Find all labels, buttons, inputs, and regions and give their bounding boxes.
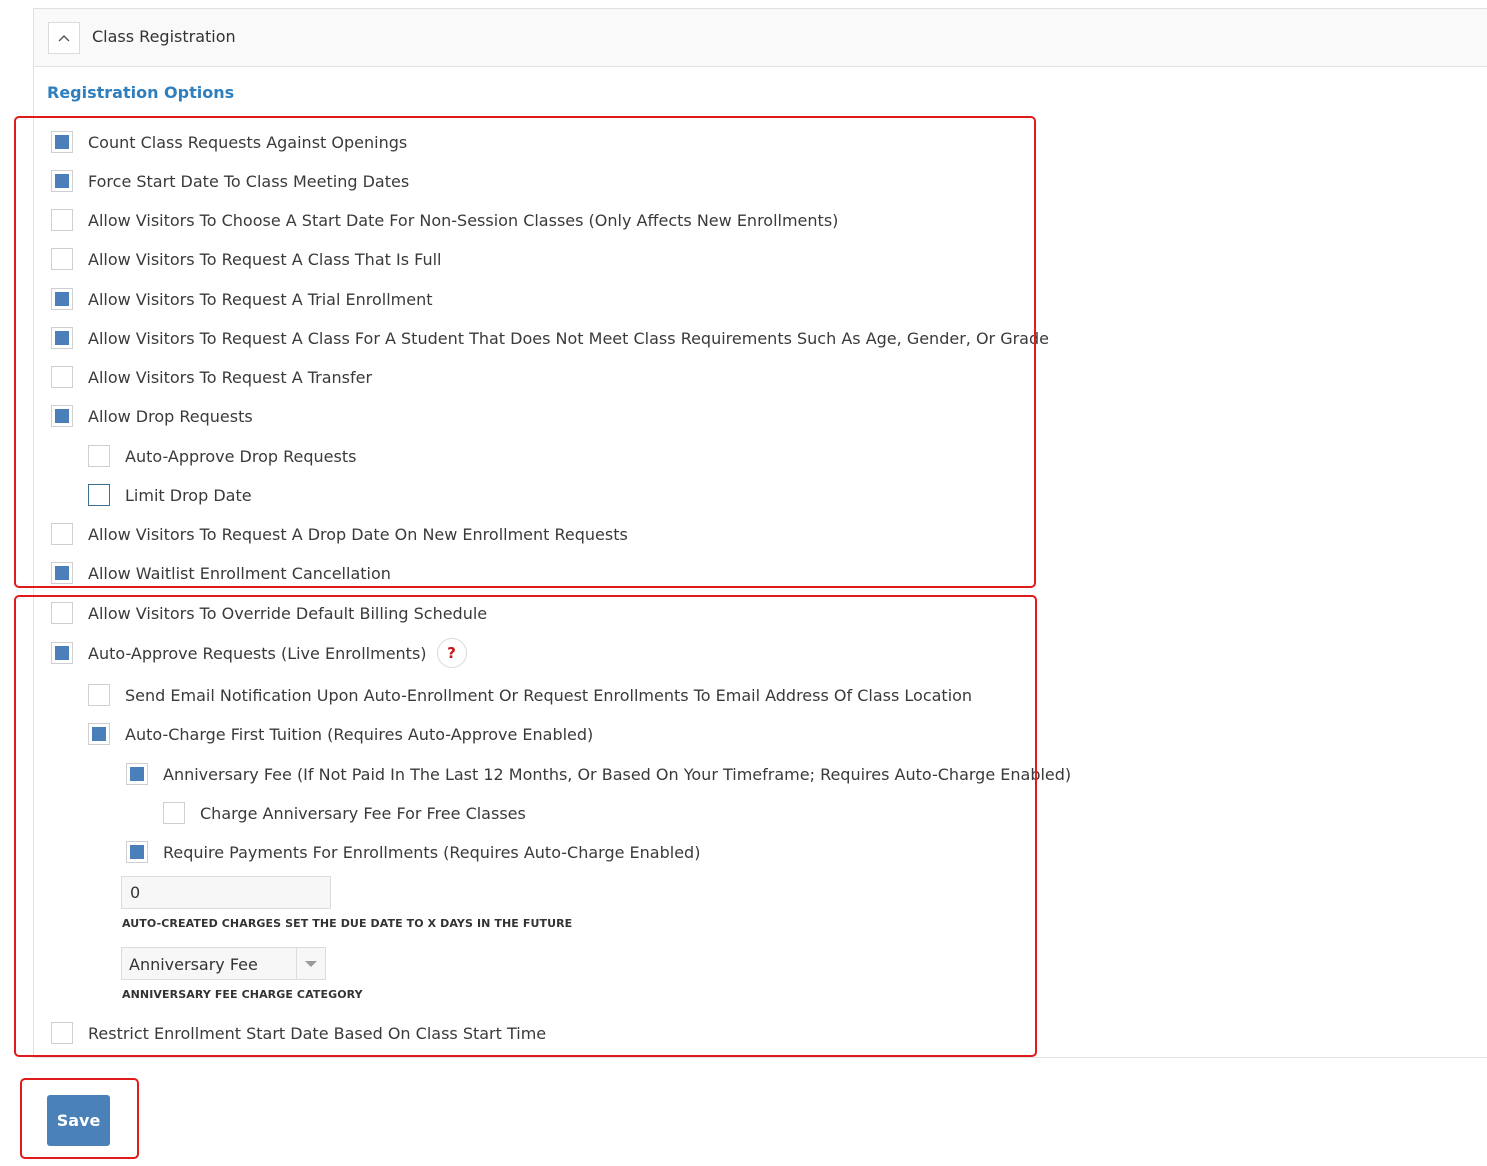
collapse-button[interactable]: [48, 22, 80, 54]
highlight-box-registration-options: [14, 116, 1036, 588]
panel-header: Class Registration: [34, 9, 1487, 67]
section-title: Registration Options: [47, 83, 235, 102]
chevron-up-icon: [58, 35, 70, 42]
panel-title: Class Registration: [92, 27, 236, 46]
save-button[interactable]: Save: [47, 1095, 110, 1146]
highlight-box-auto-approve-options: [14, 595, 1037, 1057]
